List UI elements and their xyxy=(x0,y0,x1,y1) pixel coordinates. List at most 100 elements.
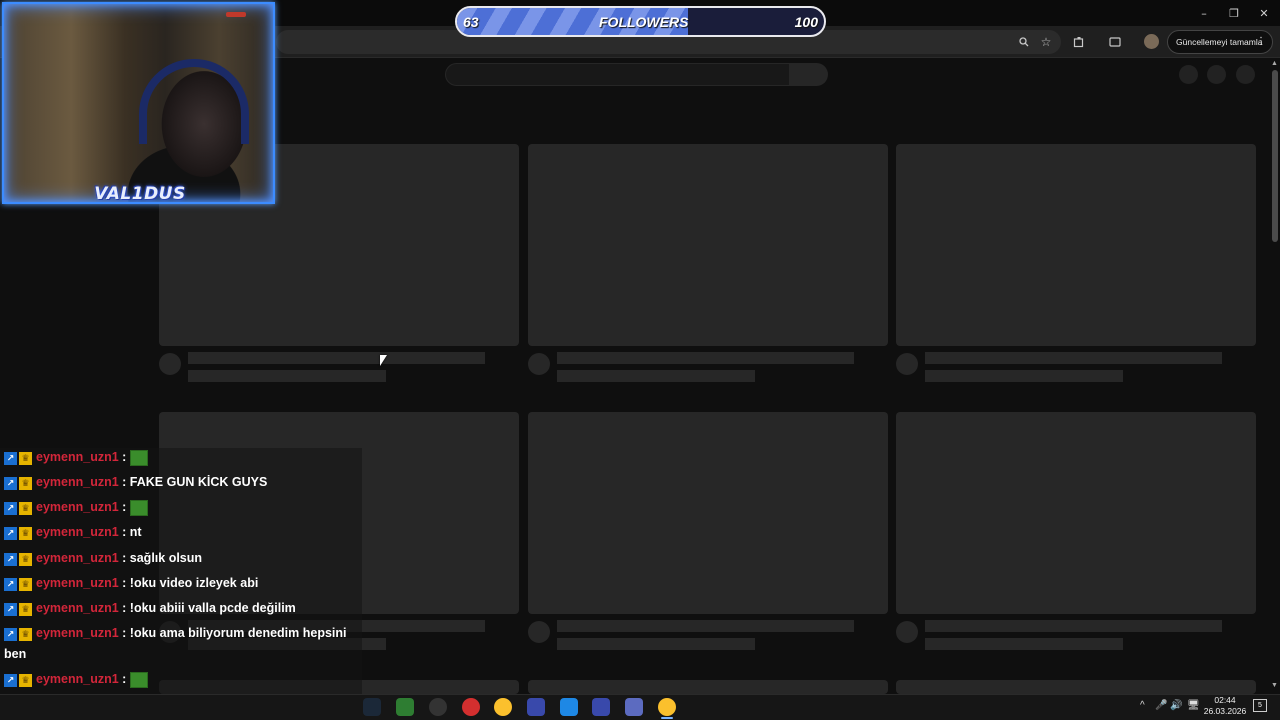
chat-message: ↗ ♛ eymenn_uzn1 : nt xyxy=(4,522,364,543)
crown-badge-icon: ♛ xyxy=(19,477,32,491)
chat-separator: : xyxy=(118,500,130,514)
channel-avatar-placeholder[interactable] xyxy=(159,353,181,375)
scroll-up-icon[interactable]: ▲ xyxy=(1271,60,1278,67)
chat-username[interactable]: eymenn_uzn1 xyxy=(36,450,119,464)
maximize-button[interactable]: ❐ xyxy=(1219,4,1249,22)
crown-badge-icon: ♛ xyxy=(19,628,32,642)
opera-icon[interactable] xyxy=(462,698,480,716)
chrome-active-icon[interactable] xyxy=(658,698,676,719)
app-icon[interactable] xyxy=(527,698,545,716)
video-thumbnail-placeholder[interactable] xyxy=(896,680,1256,694)
channel-avatar-placeholder[interactable] xyxy=(528,353,550,375)
chat-username[interactable]: eymenn_uzn1 xyxy=(36,601,119,615)
vip-badge-icon: ↗ xyxy=(4,527,17,541)
app2-icon[interactable] xyxy=(592,698,610,716)
chat-username[interactable]: eymenn_uzn1 xyxy=(36,626,119,640)
chat-text: !oku ama biliyorum denedim hepsini xyxy=(129,626,347,640)
video-thumbnail-placeholder[interactable] xyxy=(528,412,888,614)
chat-badges: ↗♛ xyxy=(4,447,32,468)
title-placeholder xyxy=(188,352,485,364)
chat-separator: : xyxy=(118,525,130,539)
scrollbar-thumb[interactable] xyxy=(1272,70,1278,242)
translate-icon[interactable] xyxy=(560,698,578,716)
vip-badge-icon: ↗ xyxy=(4,553,17,567)
title-placeholder xyxy=(925,620,1222,632)
shield-icon[interactable] xyxy=(396,698,414,716)
chat-separator: : xyxy=(118,475,130,489)
channel-logo: VAL1DUS xyxy=(94,184,186,204)
chat-badges: ↗♛ xyxy=(4,598,32,619)
app3-icon[interactable] xyxy=(625,698,643,716)
scroll-down-icon[interactable]: ▼ xyxy=(1271,682,1278,689)
crown-badge-icon: ♛ xyxy=(19,452,32,466)
star-icon[interactable]: ☆ xyxy=(1038,34,1054,50)
channel-avatar-placeholder[interactable] xyxy=(896,353,918,375)
meta-placeholder xyxy=(557,370,755,382)
chat-username[interactable]: eymenn_uzn1 xyxy=(36,551,119,565)
followers-goal-bar: 63 FOLLOWERS 100 xyxy=(455,6,826,37)
taskbar-clock[interactable]: 02:44 26.03.2026 xyxy=(1200,695,1250,717)
tray-chevron-icon[interactable]: ^ xyxy=(1140,700,1145,711)
chat-separator: : xyxy=(118,626,130,640)
chat-message: ↗ ♛ eymenn_uzn1 : !oku ama biliyorum dened… xyxy=(4,623,364,644)
vip-badge-icon: ↗ xyxy=(4,674,17,688)
microphone-icon[interactable]: 🎤 xyxy=(1155,700,1167,711)
chat-text: !oku video izleyek abi xyxy=(129,576,259,590)
search-button[interactable] xyxy=(790,63,828,86)
network-icon[interactable]: 🖥 xyxy=(1187,700,1200,711)
mouse-cursor xyxy=(380,355,387,366)
chat-username[interactable]: eymenn_uzn1 xyxy=(36,475,119,489)
steam-icon[interactable] xyxy=(363,698,381,716)
notifications-placeholder-icon[interactable] xyxy=(1207,65,1226,84)
video-thumbnail-placeholder[interactable] xyxy=(528,680,888,694)
close-window-button[interactable]: ✕ xyxy=(1249,4,1279,22)
chat-separator: : xyxy=(118,551,130,565)
chat-username[interactable]: eymenn_uzn1 xyxy=(36,525,119,539)
zoom-icon[interactable] xyxy=(1016,34,1032,50)
search-input[interactable] xyxy=(445,63,790,86)
chat-separator: : xyxy=(118,576,130,590)
video-thumbnail-placeholder[interactable] xyxy=(896,144,1256,346)
obs-icon[interactable] xyxy=(429,698,447,716)
crown-badge-icon: ♛ xyxy=(19,553,32,567)
extensions-icon[interactable] xyxy=(1071,34,1087,50)
chat-message: ↗ ♛ eymenn_uzn1 : xyxy=(4,447,364,468)
crown-badge-icon: ♛ xyxy=(19,578,32,592)
clock-date: 26.03.2026 xyxy=(1203,706,1247,716)
chrome-icon[interactable] xyxy=(494,698,512,716)
cast-icon[interactable] xyxy=(1107,34,1123,50)
account-placeholder-icon[interactable] xyxy=(1236,65,1255,84)
followers-goal: 100 xyxy=(794,14,818,30)
chat-text: sağlık olsun xyxy=(129,551,203,565)
vip-badge-icon: ↗ xyxy=(4,603,17,617)
title-placeholder xyxy=(557,620,854,632)
chat-message: ↗ ♛ eymenn_uzn1 : sağlık olsun xyxy=(4,548,364,569)
vip-badge-icon: ↗ xyxy=(4,578,17,592)
chat-username[interactable]: eymenn_uzn1 xyxy=(36,500,119,514)
menu-icon[interactable]: ⋮ xyxy=(1256,36,1266,47)
update-button[interactable]: Güncellemeyi tamamla ⋮ xyxy=(1167,30,1273,54)
chat-badges: ↗♛ xyxy=(4,522,32,543)
chat-badges: ↗♛ xyxy=(4,573,32,594)
minimize-button[interactable]: – xyxy=(1189,4,1219,22)
speaker-icon[interactable]: 🔊 xyxy=(1170,700,1182,711)
video-thumbnail-placeholder[interactable] xyxy=(528,144,888,346)
chat-username[interactable]: eymenn_uzn1 xyxy=(36,672,119,686)
notifications-icon[interactable]: 5 xyxy=(1253,699,1267,712)
create-placeholder-icon[interactable] xyxy=(1179,65,1198,84)
meta-placeholder xyxy=(925,638,1123,650)
chat-wrap-continuation: ben xyxy=(4,647,27,661)
channel-avatar-placeholder[interactable] xyxy=(528,621,550,643)
frog-emote-icon xyxy=(129,671,148,688)
rec-indicator xyxy=(226,12,246,17)
crown-badge-icon: ♛ xyxy=(19,603,32,617)
meta-placeholder xyxy=(188,370,386,382)
chat-username[interactable]: eymenn_uzn1 xyxy=(36,576,119,590)
channel-avatar-placeholder[interactable] xyxy=(896,621,918,643)
vip-badge-icon: ↗ xyxy=(4,502,17,516)
chat-message: ↗ ♛ eymenn_uzn1 : xyxy=(4,497,364,518)
video-thumbnail-placeholder[interactable] xyxy=(896,412,1256,614)
profile-avatar[interactable] xyxy=(1144,34,1159,49)
chat-text: FAKE GUN KİCK GUYS xyxy=(129,475,268,489)
frog-emote-icon xyxy=(129,449,148,466)
